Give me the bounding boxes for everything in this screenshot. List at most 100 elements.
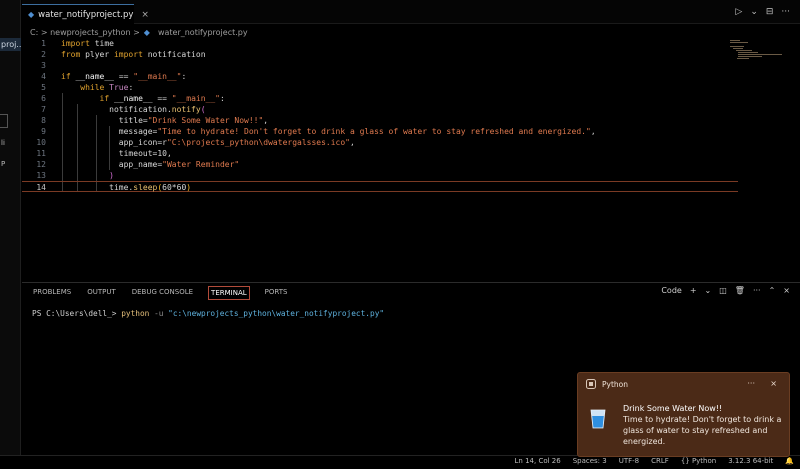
code-line[interactable]: 6 if __name__ == "__main__": [22,93,738,104]
line-number: 14 [36,183,46,192]
terminal-shell-selector[interactable]: Code [661,286,681,295]
editor-actions: ▷ ⌄ ⊟ ··· [735,7,790,17]
code-text: time.sleep(60*60) [61,182,191,193]
code-token: notification. [61,105,172,114]
code-line[interactable]: 3 [22,60,738,71]
code-token: message= [61,127,158,136]
terminal-flag: -u [149,309,169,318]
code-text: notification.notify( [61,104,205,115]
toast-message: Time to hydrate! Don't forget to drink a… [623,415,782,446]
code-text: app_icon=r"C:\projects_python\dwatergals… [61,137,355,148]
status-eol[interactable]: CRLF [651,457,669,465]
line-number: 2 [41,50,46,59]
toast-header: Python [586,379,628,389]
explorer-file-item[interactable]: proj... [0,38,21,51]
code-token: time. [61,183,134,192]
code-token: app_name= [61,160,163,169]
status-cursor-position[interactable]: Ln 14, Col 26 [515,457,561,465]
code-line[interactable]: 14 time.sleep(60*60) [22,181,738,192]
maximize-panel-icon[interactable]: ⌃ [769,286,776,295]
code-line[interactable]: 9 message="Time to hydrate! Don't forget… [22,126,738,137]
code-line[interactable]: 10 app_icon=r"C:\projects_python\dwaterg… [22,137,738,148]
tab-close-icon[interactable]: × [141,10,149,20]
split-terminal-icon[interactable]: ◫ [719,286,727,295]
code-token: app_icon=r [61,138,167,147]
code-token: while [61,83,105,92]
panel-more-icon[interactable]: ··· [753,286,761,295]
code-token: notify [171,105,201,114]
code-token: , [590,127,596,136]
code-line[interactable]: 7 notification.notify( [22,104,738,115]
code-line[interactable]: 8 title="Drink Some Water Now!!", [22,115,738,126]
toast-close-icon[interactable]: × [770,379,777,388]
code-token: "__main__" [128,72,182,81]
toast-more-icon[interactable]: ··· [747,379,755,388]
code-token: from [61,50,81,59]
code-text: while True: [61,82,133,93]
run-icon[interactable]: ▷ [735,7,742,17]
sidebar-glyph: P [1,160,6,168]
code-token: 60*60 [162,183,187,192]
breadcrumb-path[interactable]: C: > newprojects_python > [30,28,140,37]
code-token: sleep [133,183,158,192]
breadcrumb-file[interactable]: water_notifyproject.py [158,28,248,37]
code-token: , [166,149,172,158]
code-token: == [118,72,129,81]
notifications-bell-icon[interactable]: 🔔 [785,457,794,465]
panel-toolbar: Code + ⌄ ◫ 🗑 ··· ⌃ × [661,286,790,295]
terminal-command: python [121,309,150,318]
code-token: import [113,50,143,59]
code-line[interactable]: 5 while True: [22,82,738,93]
code-line[interactable]: 2 from plyer import notification [22,49,738,60]
split-editor-icon[interactable]: ⊟ [766,7,774,17]
status-language[interactable]: {} Python [681,457,716,465]
code-line[interactable]: 13 ) [22,170,738,181]
code-text: timeout=10, [61,148,172,159]
code-text: if __name__ == "__main__": [61,93,225,104]
panel-tab-ports[interactable]: PORTS [264,286,289,300]
code-line[interactable]: 12 app_name="Water Reminder" [22,159,738,170]
tab-water-notifyproject[interactable]: ◆ water_notifyproject.py × [22,4,149,24]
panel-tab-output[interactable]: OUTPUT [86,286,117,300]
terminal-menu-chevron-icon[interactable]: ⌄ [705,286,712,295]
status-bar: Ln 14, Col 26 Spaces: 3 UTF-8 CRLF {} Py… [0,455,800,469]
line-number: 7 [41,105,46,114]
add-terminal-icon[interactable]: + [690,286,697,295]
code-token: import [61,39,90,48]
toast-title: Drink Some Water Now!! [623,404,723,413]
code-token: time [89,39,114,48]
code-token: : [219,94,225,103]
code-token: "C:\projects_python\dwatergalsses.ico" [166,138,350,147]
code-token: , [263,116,269,125]
code-text: ) [61,170,114,181]
status-interpreter[interactable]: 3.12.3 64-bit [728,457,773,465]
code-token: if [61,94,110,103]
run-menu-chevron-icon[interactable]: ⌄ [750,7,758,17]
line-number: 8 [41,116,46,125]
code-token: True [104,83,129,92]
kill-terminal-icon[interactable]: 🗑 [735,286,745,295]
code-token: 10 [157,149,167,158]
terminal-output[interactable]: PS C:\Users\dell_> python -u "c:\newproj… [32,309,384,318]
code-token: plyer [80,50,114,59]
code-token: if [61,72,71,81]
status-indentation[interactable]: Spaces: 3 [573,457,607,465]
terminal-path: "c:\newprojects_python\water_notifyproje… [168,309,385,318]
explorer-input-box[interactable] [0,114,8,128]
line-number: 12 [36,160,46,169]
panel-tab-terminal[interactable]: TERMINAL [208,286,250,300]
panel-tab-debug-console[interactable]: DEBUG CONSOLE [131,286,194,300]
code-editor[interactable]: 1 import time 2 from plyer import notificat… [22,38,800,282]
line-number: 9 [41,127,46,136]
more-actions-icon[interactable]: ··· [781,7,790,17]
tab-label: water_notifyproject.py [38,9,134,20]
status-encoding[interactable]: UTF-8 [619,457,639,465]
panel-tab-problems[interactable]: PROBLEMS [32,286,72,300]
code-line[interactable]: 1 import time [22,38,738,49]
code-line[interactable]: 4 if __name__ == "__main__": [22,71,738,82]
code-line[interactable]: 11 timeout=10, [22,148,738,159]
close-panel-icon[interactable]: × [783,286,790,295]
notification-toast[interactable]: Python ··· × Drink Some Water Now!! Time… [577,372,790,457]
python-file-icon: ◆ [28,10,35,19]
code-text: from plyer import notification [61,49,206,60]
